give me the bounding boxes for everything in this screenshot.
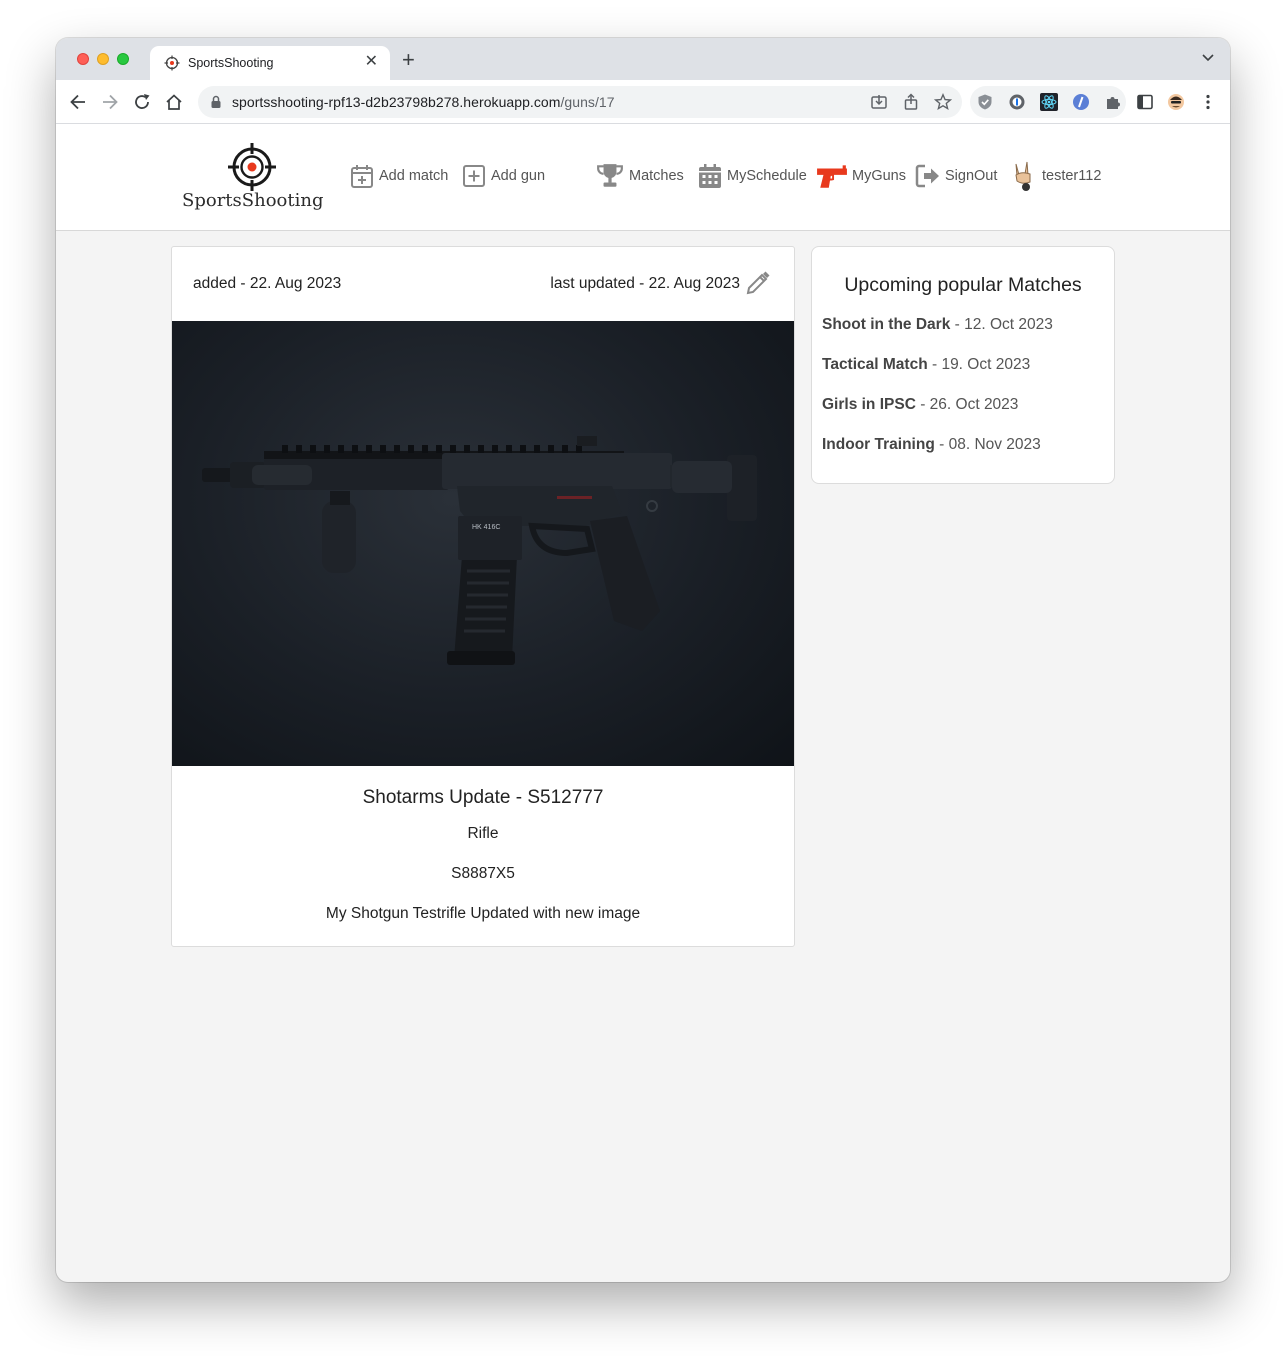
rifle-marking-text: HK 416C xyxy=(472,524,500,531)
match-date: - 19. Oct 2023 xyxy=(927,356,1031,373)
rifle-image: HK 416C xyxy=(202,436,757,665)
address-bar[interactable]: sportsshooting-rpf13-d2b23798b278.heroku… xyxy=(198,86,962,118)
match-name: Girls in IPSC xyxy=(822,396,916,413)
match-name: Indoor Training xyxy=(822,436,935,453)
extensions-area xyxy=(970,86,1126,118)
pencil-edit-icon[interactable] xyxy=(744,269,772,297)
calendar-grid-icon xyxy=(699,164,721,188)
minimize-window-button[interactable] xyxy=(97,53,109,65)
trophy-icon xyxy=(597,164,623,187)
side-panel-icon[interactable] xyxy=(1136,93,1154,111)
password-manager-extension-icon[interactable] xyxy=(1008,93,1026,111)
nav-matches[interactable]: Matches xyxy=(595,162,684,190)
match-item[interactable]: Tactical Match - 19. Oct 2023 xyxy=(822,356,1030,374)
tab-strip: SportsShooting ✕ + xyxy=(56,38,1230,80)
match-item[interactable]: Indoor Training - 08. Nov 2023 xyxy=(822,436,1041,454)
nav-my-schedule-label: MySchedule xyxy=(727,168,807,184)
user-avatar-icon xyxy=(1015,161,1031,191)
nav-sign-out-label: SignOut xyxy=(945,168,998,184)
gun-serial: S8887X5 xyxy=(451,865,515,882)
nav-sign-out[interactable]: SignOut xyxy=(915,162,997,190)
lock-icon[interactable] xyxy=(210,95,222,109)
readability-extension-icon[interactable] xyxy=(1072,93,1090,111)
gun-photo: HK 416C xyxy=(172,321,794,766)
gun-detail-card: added - 22. Aug 2023 last updated - 22. … xyxy=(171,246,795,947)
match-date: - 08. Nov 2023 xyxy=(934,436,1041,453)
tab-title: SportsShooting xyxy=(188,56,274,70)
maximize-window-button[interactable] xyxy=(117,53,129,65)
app-navbar: SportsShooting Add match Add gun Matches… xyxy=(56,124,1230,231)
puzzle-extensions-icon[interactable] xyxy=(1104,93,1122,111)
browser-window: SportsShooting ✕ + sportsshooting-rpf13-… xyxy=(56,38,1230,1282)
share-icon[interactable] xyxy=(902,93,920,111)
logo[interactable]: SportsShooting xyxy=(182,142,324,218)
nav-my-schedule[interactable]: MySchedule xyxy=(697,162,807,190)
plus-square-icon xyxy=(463,165,485,187)
upcoming-matches-title: Upcoming popular Matches xyxy=(844,274,1082,296)
nav-add-match-label: Add match xyxy=(379,168,449,184)
logo-text: SportsShooting xyxy=(182,190,324,211)
match-item[interactable]: Shoot in the Dark - 12. Oct 2023 xyxy=(822,316,1053,334)
react-devtools-extension-icon[interactable] xyxy=(1040,93,1058,111)
updated-date: last updated - 22. Aug 2023 xyxy=(550,275,740,292)
nav-my-guns-label: MyGuns xyxy=(852,168,906,184)
nav-add-gun-label: Add gun xyxy=(491,168,546,184)
gun-type: Rifle xyxy=(467,825,499,842)
match-name: Shoot in the Dark xyxy=(822,316,951,333)
nav-user-profile[interactable]: tester112 xyxy=(1008,161,1102,191)
upcoming-matches-card: Upcoming popular Matches Shoot in the Da… xyxy=(811,246,1115,484)
bookmark-star-icon[interactable] xyxy=(934,93,952,111)
nav-user-label: tester112 xyxy=(1042,168,1102,184)
back-arrow-icon[interactable] xyxy=(68,92,88,112)
gun-title: Shotarms Update - S512777 xyxy=(362,787,604,808)
profile-avatar-icon[interactable] xyxy=(1167,93,1185,111)
match-date: - 12. Oct 2023 xyxy=(950,316,1053,333)
nav-matches-label: Matches xyxy=(629,168,684,184)
forward-arrow-icon[interactable] xyxy=(100,92,120,112)
tab-search-chevron-icon[interactable] xyxy=(1202,53,1214,63)
install-app-icon[interactable] xyxy=(870,93,888,111)
url-text: sportsshooting-rpf13-d2b23798b278.heroku… xyxy=(232,94,615,110)
browser-toolbar: sportsshooting-rpf13-d2b23798b278.heroku… xyxy=(56,80,1230,124)
nav-add-match[interactable]: Add match xyxy=(349,162,448,190)
new-tab-button[interactable]: + xyxy=(402,49,415,71)
match-item[interactable]: Girls in IPSC - 26. Oct 2023 xyxy=(822,396,1018,414)
match-name: Tactical Match xyxy=(822,356,928,373)
calendar-add-icon xyxy=(351,165,373,188)
close-tab-icon[interactable]: ✕ xyxy=(365,54,378,70)
nav-add-gun[interactable]: Add gun xyxy=(461,162,545,190)
sign-out-icon xyxy=(915,164,939,188)
close-window-button[interactable] xyxy=(77,53,89,65)
crosshair-logo-icon xyxy=(228,143,276,191)
shield-extension-icon[interactable] xyxy=(976,93,994,111)
pistol-icon xyxy=(817,165,847,188)
gun-description: My Shotgun Testrifle Updated with new im… xyxy=(325,905,641,922)
nav-my-guns[interactable]: MyGuns xyxy=(816,162,906,190)
reload-icon[interactable] xyxy=(132,92,152,112)
added-date: added - 22. Aug 2023 xyxy=(193,275,342,292)
browser-tab-active[interactable]: SportsShooting ✕ xyxy=(150,46,390,80)
match-date: - 26. Oct 2023 xyxy=(915,396,1019,413)
browser-menu-icon[interactable] xyxy=(1199,93,1217,111)
target-favicon-icon xyxy=(164,55,180,71)
home-icon[interactable] xyxy=(164,92,184,112)
